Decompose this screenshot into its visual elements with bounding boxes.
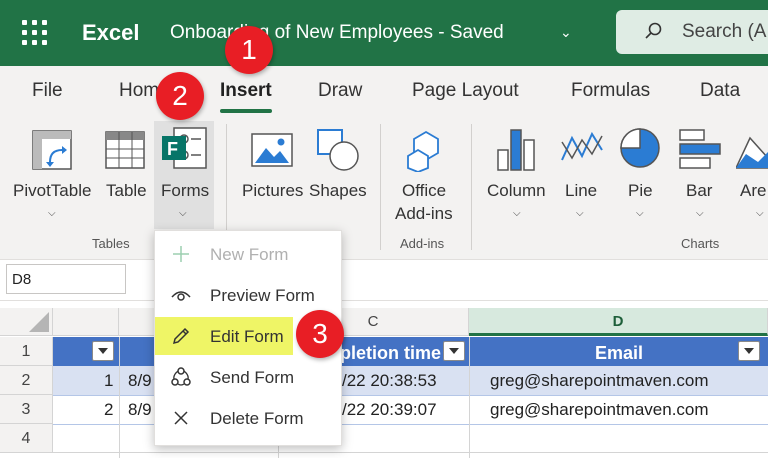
formula-bar-divider bbox=[0, 300, 768, 301]
row-header-1[interactable]: 1 bbox=[0, 337, 53, 366]
tab-data[interactable]: Data bbox=[700, 80, 740, 102]
close-icon bbox=[174, 411, 188, 425]
document-title[interactable]: Onboarding of New Employees - Saved bbox=[170, 22, 504, 44]
app-name[interactable]: Excel bbox=[82, 20, 140, 46]
column-header-a[interactable] bbox=[53, 308, 119, 336]
ribbon-divider bbox=[380, 124, 381, 250]
ribbon-tabs: File Home Insert Draw Page Layout Formul… bbox=[0, 66, 768, 116]
chevron-down-icon[interactable]: ⌵ bbox=[696, 208, 704, 219]
area-chart-label[interactable]: Are bbox=[740, 181, 766, 201]
chevron-down-icon[interactable]: ⌵ bbox=[48, 208, 56, 219]
group-label-addins: Add-ins bbox=[400, 236, 445, 251]
menu-item-label: Delete Form bbox=[210, 409, 304, 428]
select-all-corner[interactable] bbox=[0, 308, 53, 336]
search-box[interactable]: Search (A bbox=[616, 10, 768, 54]
share-icon bbox=[171, 367, 191, 386]
pictures-label[interactable]: Pictures bbox=[242, 181, 303, 201]
row-header-3[interactable]: 3 bbox=[0, 395, 53, 424]
column-header-d[interactable]: D bbox=[469, 308, 768, 336]
menu-item-delete-form[interactable]: Delete Form bbox=[155, 399, 343, 437]
filter-dropdown-button[interactable] bbox=[738, 341, 760, 361]
search-input[interactable]: Search (A bbox=[682, 21, 766, 43]
tab-file[interactable]: File bbox=[32, 80, 63, 102]
step-callout-2: 2 bbox=[156, 72, 204, 120]
title-bar: Excel Onboarding of New Employees - Save… bbox=[0, 0, 768, 66]
tab-formulas[interactable]: Formulas bbox=[571, 80, 650, 102]
chevron-down-icon[interactable]: ⌵ bbox=[576, 208, 584, 219]
id-cell[interactable]: 2 bbox=[104, 400, 113, 420]
pencil-icon bbox=[172, 327, 190, 345]
column-divider bbox=[469, 337, 470, 458]
row-header-2[interactable]: 2 bbox=[0, 366, 53, 395]
search-icon bbox=[645, 22, 662, 39]
filter-dropdown-button[interactable] bbox=[443, 341, 465, 361]
forms-label[interactable]: Forms bbox=[161, 181, 209, 201]
eye-icon bbox=[171, 291, 191, 301]
name-box-value: D8 bbox=[12, 271, 32, 288]
chevron-down-icon[interactable]: ⌄ bbox=[560, 24, 572, 41]
step-callout-3: 3 bbox=[296, 310, 344, 358]
table-label[interactable]: Table bbox=[106, 181, 147, 201]
table-icon[interactable] bbox=[104, 128, 148, 172]
office-addins-label-line2[interactable]: Add-ins bbox=[395, 204, 453, 224]
bar-chart-icon[interactable] bbox=[678, 128, 722, 172]
group-label-tables: Tables bbox=[92, 236, 130, 251]
column-chart-icon[interactable] bbox=[496, 126, 536, 172]
line-chart-label[interactable]: Line bbox=[565, 181, 597, 201]
email-header: Email bbox=[595, 343, 644, 363]
step-callout-1: 1 bbox=[225, 26, 273, 74]
svg-text:F: F bbox=[167, 139, 178, 159]
tab-insert[interactable]: Insert bbox=[220, 80, 272, 102]
time-cell[interactable]: /22 20:39:07 bbox=[342, 400, 437, 420]
date-cell[interactable]: 8/9 bbox=[128, 400, 152, 420]
email-cell[interactable]: greg@sharepointmaven.com bbox=[490, 400, 709, 420]
time-cell[interactable]: /22 20:38:53 bbox=[342, 371, 437, 391]
row-header-4[interactable]: 4 bbox=[0, 424, 53, 453]
chevron-down-icon[interactable]: ⌵ bbox=[756, 208, 764, 219]
column-chart-label[interactable]: Column bbox=[487, 181, 546, 201]
menu-item-new-form: New Form bbox=[155, 235, 343, 273]
bar-chart-label[interactable]: Bar bbox=[686, 181, 712, 201]
chevron-down-icon[interactable]: ⌵ bbox=[513, 208, 521, 219]
tab-page-layout[interactable]: Page Layout bbox=[412, 80, 519, 102]
pie-chart-label[interactable]: Pie bbox=[628, 181, 653, 201]
pivottable-icon[interactable] bbox=[30, 128, 76, 174]
shapes-label[interactable]: Shapes bbox=[309, 181, 367, 201]
email-cell[interactable]: greg@sharepointmaven.com bbox=[490, 371, 709, 391]
menu-item-label: Preview Form bbox=[210, 286, 315, 305]
chevron-down-icon[interactable]: ⌵ bbox=[179, 208, 187, 219]
group-label-charts: Charts bbox=[681, 236, 720, 251]
date-cell[interactable]: 8/9 bbox=[128, 371, 152, 391]
chevron-down-icon[interactable]: ⌵ bbox=[636, 208, 644, 219]
app-launcher-icon[interactable] bbox=[22, 20, 48, 46]
pie-chart-icon[interactable] bbox=[618, 126, 662, 170]
line-chart-icon[interactable] bbox=[560, 128, 604, 168]
plus-icon bbox=[173, 246, 189, 262]
forms-icon[interactable]: F bbox=[160, 126, 210, 172]
active-tab-indicator bbox=[220, 109, 272, 113]
name-box[interactable]: D8 bbox=[6, 264, 126, 294]
pivottable-label[interactable]: PivotTable bbox=[13, 181, 91, 201]
menu-item-label: Edit Form bbox=[210, 327, 284, 346]
completion-time-header: pletion time bbox=[340, 343, 442, 363]
shapes-icon[interactable] bbox=[316, 128, 360, 172]
filter-dropdown-button[interactable] bbox=[92, 341, 114, 361]
office-addins-label[interactable]: Office bbox=[402, 181, 446, 201]
menu-item-label: Send Form bbox=[210, 368, 295, 387]
menu-item-label: New Form bbox=[210, 245, 289, 264]
area-chart-icon[interactable] bbox=[734, 132, 768, 172]
menu-item-preview-form[interactable]: Preview Form bbox=[155, 276, 343, 314]
menu-item-send-form[interactable]: Send Form bbox=[155, 358, 343, 396]
id-cell[interactable]: 1 bbox=[104, 371, 113, 391]
menu-item-edit-form[interactable]: Edit Form bbox=[155, 317, 293, 355]
pictures-icon[interactable] bbox=[250, 130, 294, 170]
office-addins-icon[interactable] bbox=[404, 128, 448, 173]
tab-draw[interactable]: Draw bbox=[318, 80, 362, 102]
ribbon-divider bbox=[471, 124, 472, 250]
column-divider bbox=[119, 337, 120, 458]
